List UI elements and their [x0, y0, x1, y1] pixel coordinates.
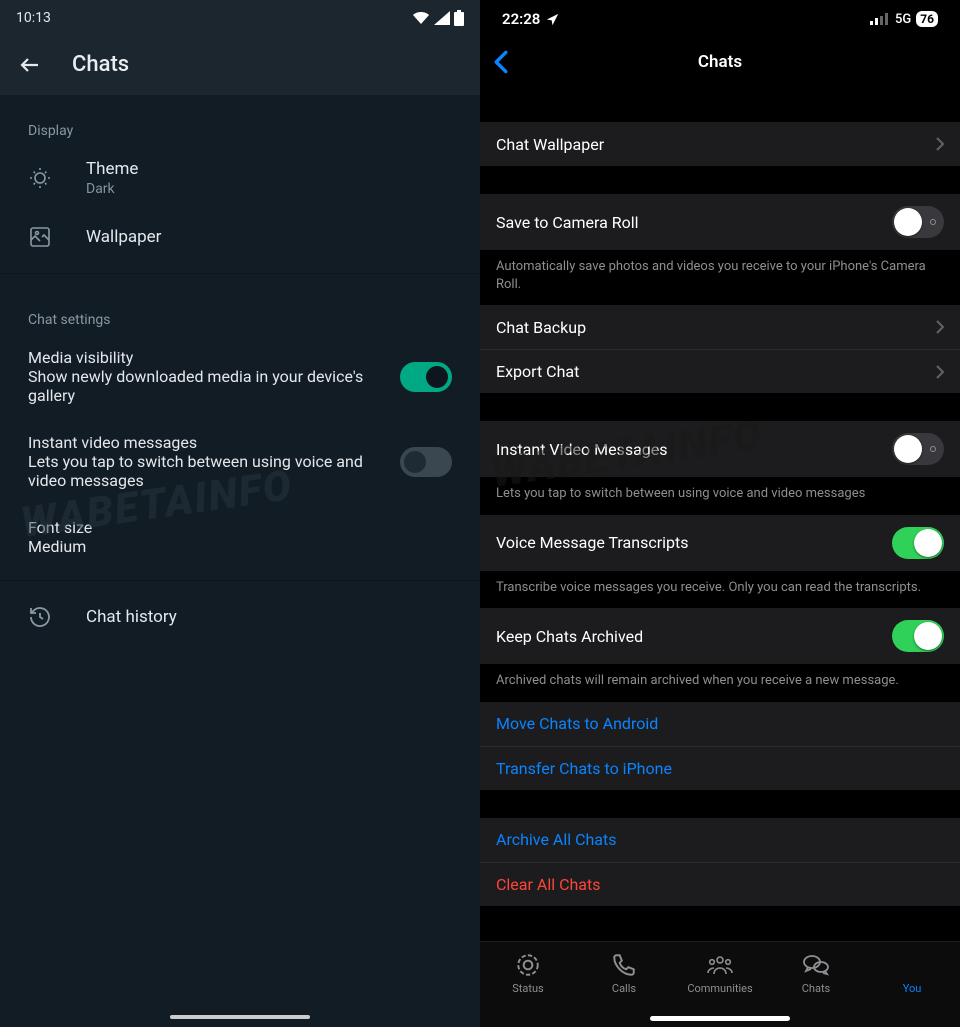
- chat-wallpaper-label: Chat Wallpaper: [496, 135, 604, 154]
- media-visibility-row[interactable]: Media visibility Show newly downloaded m…: [0, 334, 480, 419]
- voice-transcripts-row[interactable]: Voice Message Transcripts: [480, 515, 960, 571]
- font-size-row[interactable]: Font size Medium: [0, 504, 480, 570]
- chats-icon: [802, 952, 830, 978]
- android-screenshot: WABETAINFO 10:13 Chats Display Theme Dar…: [0, 0, 480, 1027]
- clear-all-label: Clear All Chats: [496, 875, 601, 894]
- back-button[interactable]: [492, 50, 510, 74]
- divider: [0, 273, 480, 274]
- ios-header: Chats: [480, 38, 960, 94]
- signal-icon: [434, 11, 450, 25]
- section-display: Display: [0, 95, 480, 145]
- chat-history-row[interactable]: Chat history: [0, 591, 480, 643]
- keep-archived-label: Keep Chats Archived: [496, 627, 643, 646]
- android-statusbar: 10:13: [0, 0, 480, 36]
- status-icon: [515, 952, 541, 978]
- chat-backup-label: Chat Backup: [496, 318, 586, 337]
- theme-value: Dark: [86, 181, 452, 197]
- chevron-right-icon: [936, 365, 944, 379]
- keep-archived-row[interactable]: Keep Chats Archived: [480, 608, 960, 664]
- font-size-title: Font size: [28, 518, 452, 537]
- tab-label: Chats: [802, 982, 830, 995]
- theme-row[interactable]: Theme Dark: [0, 145, 480, 211]
- media-visibility-toggle[interactable]: [400, 362, 452, 392]
- divider: [0, 580, 480, 581]
- signal-icon: [870, 13, 890, 25]
- ios-statusbar: 22:28 5G 76: [480, 0, 960, 38]
- tab-label: You: [903, 982, 922, 995]
- status-time: 10:13: [16, 10, 51, 26]
- chat-history-title: Chat history: [86, 607, 452, 627]
- chevron-right-icon: [936, 137, 944, 151]
- page-title: Chats: [72, 52, 129, 77]
- keep-archived-footer: Archived chats will remain archived when…: [480, 664, 960, 702]
- media-visibility-sub: Show newly downloaded media in your devi…: [28, 367, 400, 405]
- tab-label: Status: [512, 982, 543, 995]
- battery-level: 76: [916, 11, 938, 27]
- transfer-iphone-row[interactable]: Transfer Chats to iPhone: [480, 746, 960, 790]
- back-icon[interactable]: [18, 53, 42, 77]
- archive-all-label: Archive All Chats: [496, 830, 617, 849]
- camera-roll-toggle[interactable]: [892, 206, 944, 238]
- ios-screenshot: WABETAINFO 22:28 5G 76 Chats Chat Wallpa…: [480, 0, 960, 1027]
- export-chat-row[interactable]: Export Chat: [480, 349, 960, 393]
- camera-roll-footer: Automatically save photos and videos you…: [480, 250, 960, 305]
- instant-video-toggle[interactable]: [400, 447, 452, 477]
- android-body: Display Theme Dark Wallpaper Chat settin…: [0, 95, 480, 1027]
- tab-label: Calls: [612, 982, 636, 995]
- battery-icon: [454, 10, 464, 26]
- chat-backup-row[interactable]: Chat Backup: [480, 305, 960, 349]
- wifi-icon: [412, 11, 430, 25]
- wallpaper-title: Wallpaper: [86, 227, 452, 247]
- page-title: Chats: [698, 52, 742, 72]
- home-indicator[interactable]: [650, 1016, 790, 1021]
- instant-video-title: Instant video messages: [28, 433, 400, 452]
- export-chat-label: Export Chat: [496, 362, 579, 381]
- instant-video-footer: Lets you tap to switch between using voi…: [480, 477, 960, 515]
- instant-video-row[interactable]: Instant Video Messages: [480, 421, 960, 477]
- voice-transcripts-label: Voice Message Transcripts: [496, 533, 689, 552]
- camera-roll-row[interactable]: Save to Camera Roll: [480, 194, 960, 250]
- move-android-row[interactable]: Move Chats to Android: [480, 702, 960, 746]
- archive-all-row[interactable]: Archive All Chats: [480, 818, 960, 862]
- theme-icon: [28, 166, 56, 190]
- chevron-right-icon: [936, 320, 944, 334]
- section-chat-settings: Chat settings: [0, 284, 480, 334]
- font-size-value: Medium: [28, 537, 452, 556]
- media-visibility-title: Media visibility: [28, 348, 400, 367]
- tab-label: Communities: [687, 982, 752, 995]
- status-time: 22:28: [502, 10, 540, 28]
- voice-transcripts-toggle[interactable]: [892, 527, 944, 559]
- clear-all-row[interactable]: Clear All Chats: [480, 862, 960, 906]
- network-type: 5G: [895, 12, 911, 27]
- wallpaper-row[interactable]: Wallpaper: [0, 211, 480, 263]
- instant-video-toggle[interactable]: [892, 433, 944, 465]
- instant-video-row[interactable]: Instant video messages Lets you tap to s…: [0, 419, 480, 504]
- home-indicator[interactable]: [170, 1015, 310, 1019]
- tab-bar: Status Calls Communities Chats You: [480, 941, 960, 1027]
- ios-body: Chat Wallpaper Save to Camera Roll Autom…: [480, 94, 960, 941]
- camera-roll-label: Save to Camera Roll: [496, 213, 639, 232]
- android-header: Chats: [0, 36, 480, 95]
- voice-transcripts-footer: Transcribe voice messages you receive. O…: [480, 571, 960, 609]
- move-android-label: Move Chats to Android: [496, 714, 658, 733]
- tab-status[interactable]: Status: [480, 942, 576, 1027]
- tab-chats[interactable]: Chats: [768, 942, 864, 1027]
- keep-archived-toggle[interactable]: [892, 620, 944, 652]
- status-icons: [412, 10, 464, 26]
- tab-you[interactable]: You: [864, 942, 960, 1027]
- tab-communities[interactable]: Communities: [672, 942, 768, 1027]
- instant-video-label: Instant Video Messages: [496, 440, 668, 459]
- location-icon: [546, 13, 559, 26]
- chat-wallpaper-row[interactable]: Chat Wallpaper: [480, 122, 960, 166]
- phone-icon: [611, 952, 637, 978]
- wallpaper-icon: [28, 225, 56, 249]
- instant-video-sub: Lets you tap to switch between using voi…: [28, 452, 400, 490]
- tab-calls[interactable]: Calls: [576, 942, 672, 1027]
- theme-title: Theme: [86, 159, 452, 179]
- transfer-iphone-label: Transfer Chats to iPhone: [496, 759, 672, 778]
- communities-icon: [706, 952, 734, 978]
- history-icon: [28, 605, 56, 629]
